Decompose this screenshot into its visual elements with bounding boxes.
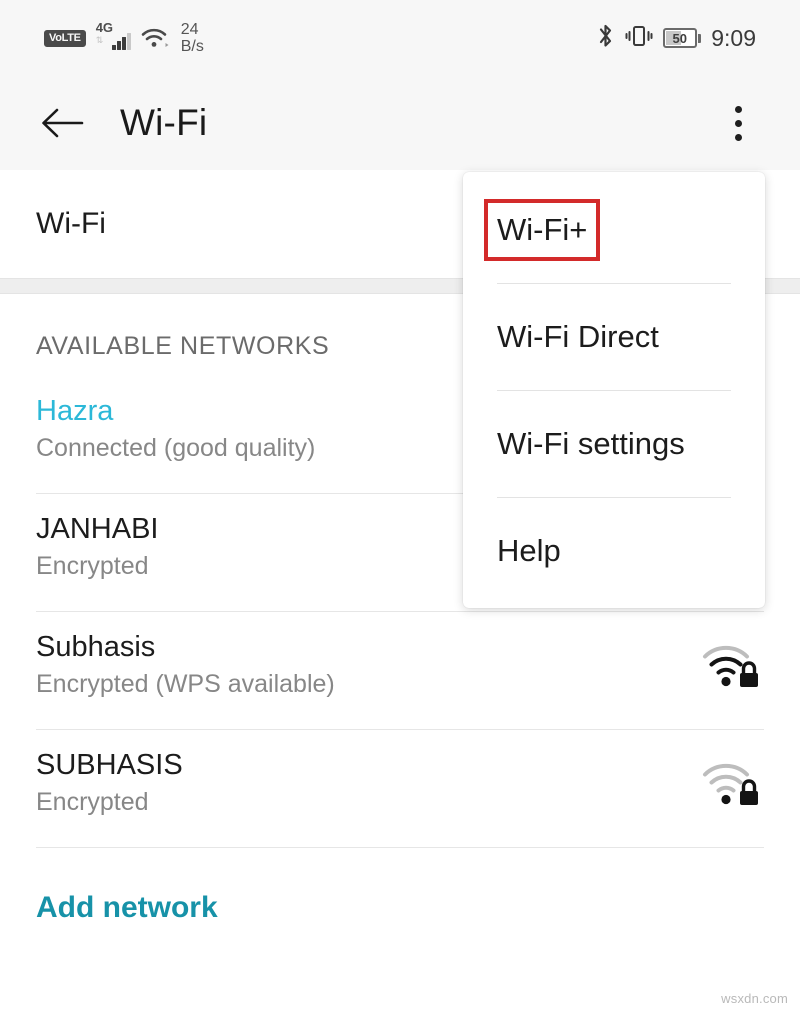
clock-label: 9:09 [711, 24, 756, 51]
volte-badge: VoLTE [44, 29, 86, 47]
network-row-subhasis-caps[interactable]: SUBHASIS Encrypted [0, 729, 800, 847]
menu-item-help[interactable]: Help [463, 497, 765, 604]
menu-item-label: Help [497, 532, 561, 568]
menu-item-label: Wi-Fi settings [497, 425, 685, 461]
app-bar: Wi-Fi [0, 76, 800, 170]
menu-item-wifi-plus[interactable]: Wi-Fi+ [463, 176, 765, 283]
network-name: JANHABI [36, 512, 159, 545]
network-name: SUBHASIS [36, 748, 183, 781]
menu-item-wifi-direct[interactable]: Wi-Fi Direct [463, 283, 765, 390]
wifi-toggle-label: Wi-Fi [36, 207, 106, 240]
network-texts: Hazra Connected (good quality) [36, 395, 315, 463]
signal-bars-icon: 4G ⇅ [95, 20, 131, 53]
network-texts: Subhasis Encrypted (WPS available) [36, 631, 335, 699]
overflow-menu-icon[interactable] [714, 95, 762, 151]
network-texts: JANHABI Encrypted [36, 513, 158, 581]
add-network-row[interactable]: Add network [0, 847, 800, 965]
network-status: Connected (good quality) [36, 434, 316, 463]
signal-bar-group [112, 33, 131, 50]
menu-item-wifi-settings[interactable]: Wi-Fi settings [463, 390, 765, 497]
network-status: Encrypted [36, 552, 149, 581]
network-status: Encrypted [36, 788, 149, 817]
status-bar-right: 50 9:09 [597, 23, 756, 54]
network-status: Encrypted (WPS available) [36, 670, 335, 699]
data-arrows-icon: ⇅ [95, 35, 104, 45]
add-network-link[interactable]: Add network [36, 891, 218, 925]
status-bar: VoLTE 4G ⇅ 24 B/s 50 9:09 [0, 0, 800, 76]
wifi-lock-strong-icon [698, 637, 764, 693]
menu-item-label: Wi-Fi+ [483, 198, 601, 261]
battery-icon: 50 [662, 28, 702, 48]
page-title: Wi-Fi [120, 102, 208, 143]
data-rate-value: 24 [180, 20, 199, 38]
overflow-popup-menu: Wi-Fi+ Wi-Fi Direct Wi-Fi settings Help [463, 172, 765, 608]
bluetooth-icon [597, 23, 615, 54]
wifi-lock-weak-icon [698, 755, 764, 811]
data-rate-indicator: 24 B/s [181, 21, 204, 56]
wifi-icon [140, 26, 170, 50]
battery-level-label: 50 [672, 30, 687, 46]
network-name: Hazra [36, 394, 114, 427]
menu-item-label: Wi-Fi Direct [497, 318, 659, 354]
network-row-subhasis[interactable]: Subhasis Encrypted (WPS available) [0, 611, 800, 729]
back-arrow-icon[interactable] [36, 97, 88, 149]
vibrate-icon [625, 23, 653, 54]
network-name: Subhasis [36, 630, 156, 663]
watermark: wsxdn.com [721, 991, 788, 1006]
phone-screen: VoLTE 4G ⇅ 24 B/s 50 9:09 Wi-Fi Wi-Fi AV… [0, 0, 800, 1016]
network-type-label: 4G [95, 20, 114, 35]
network-texts: SUBHASIS Encrypted [36, 749, 183, 817]
status-bar-left: VoLTE 4G ⇅ 24 B/s [44, 21, 204, 56]
data-rate-unit: B/s [180, 38, 204, 55]
